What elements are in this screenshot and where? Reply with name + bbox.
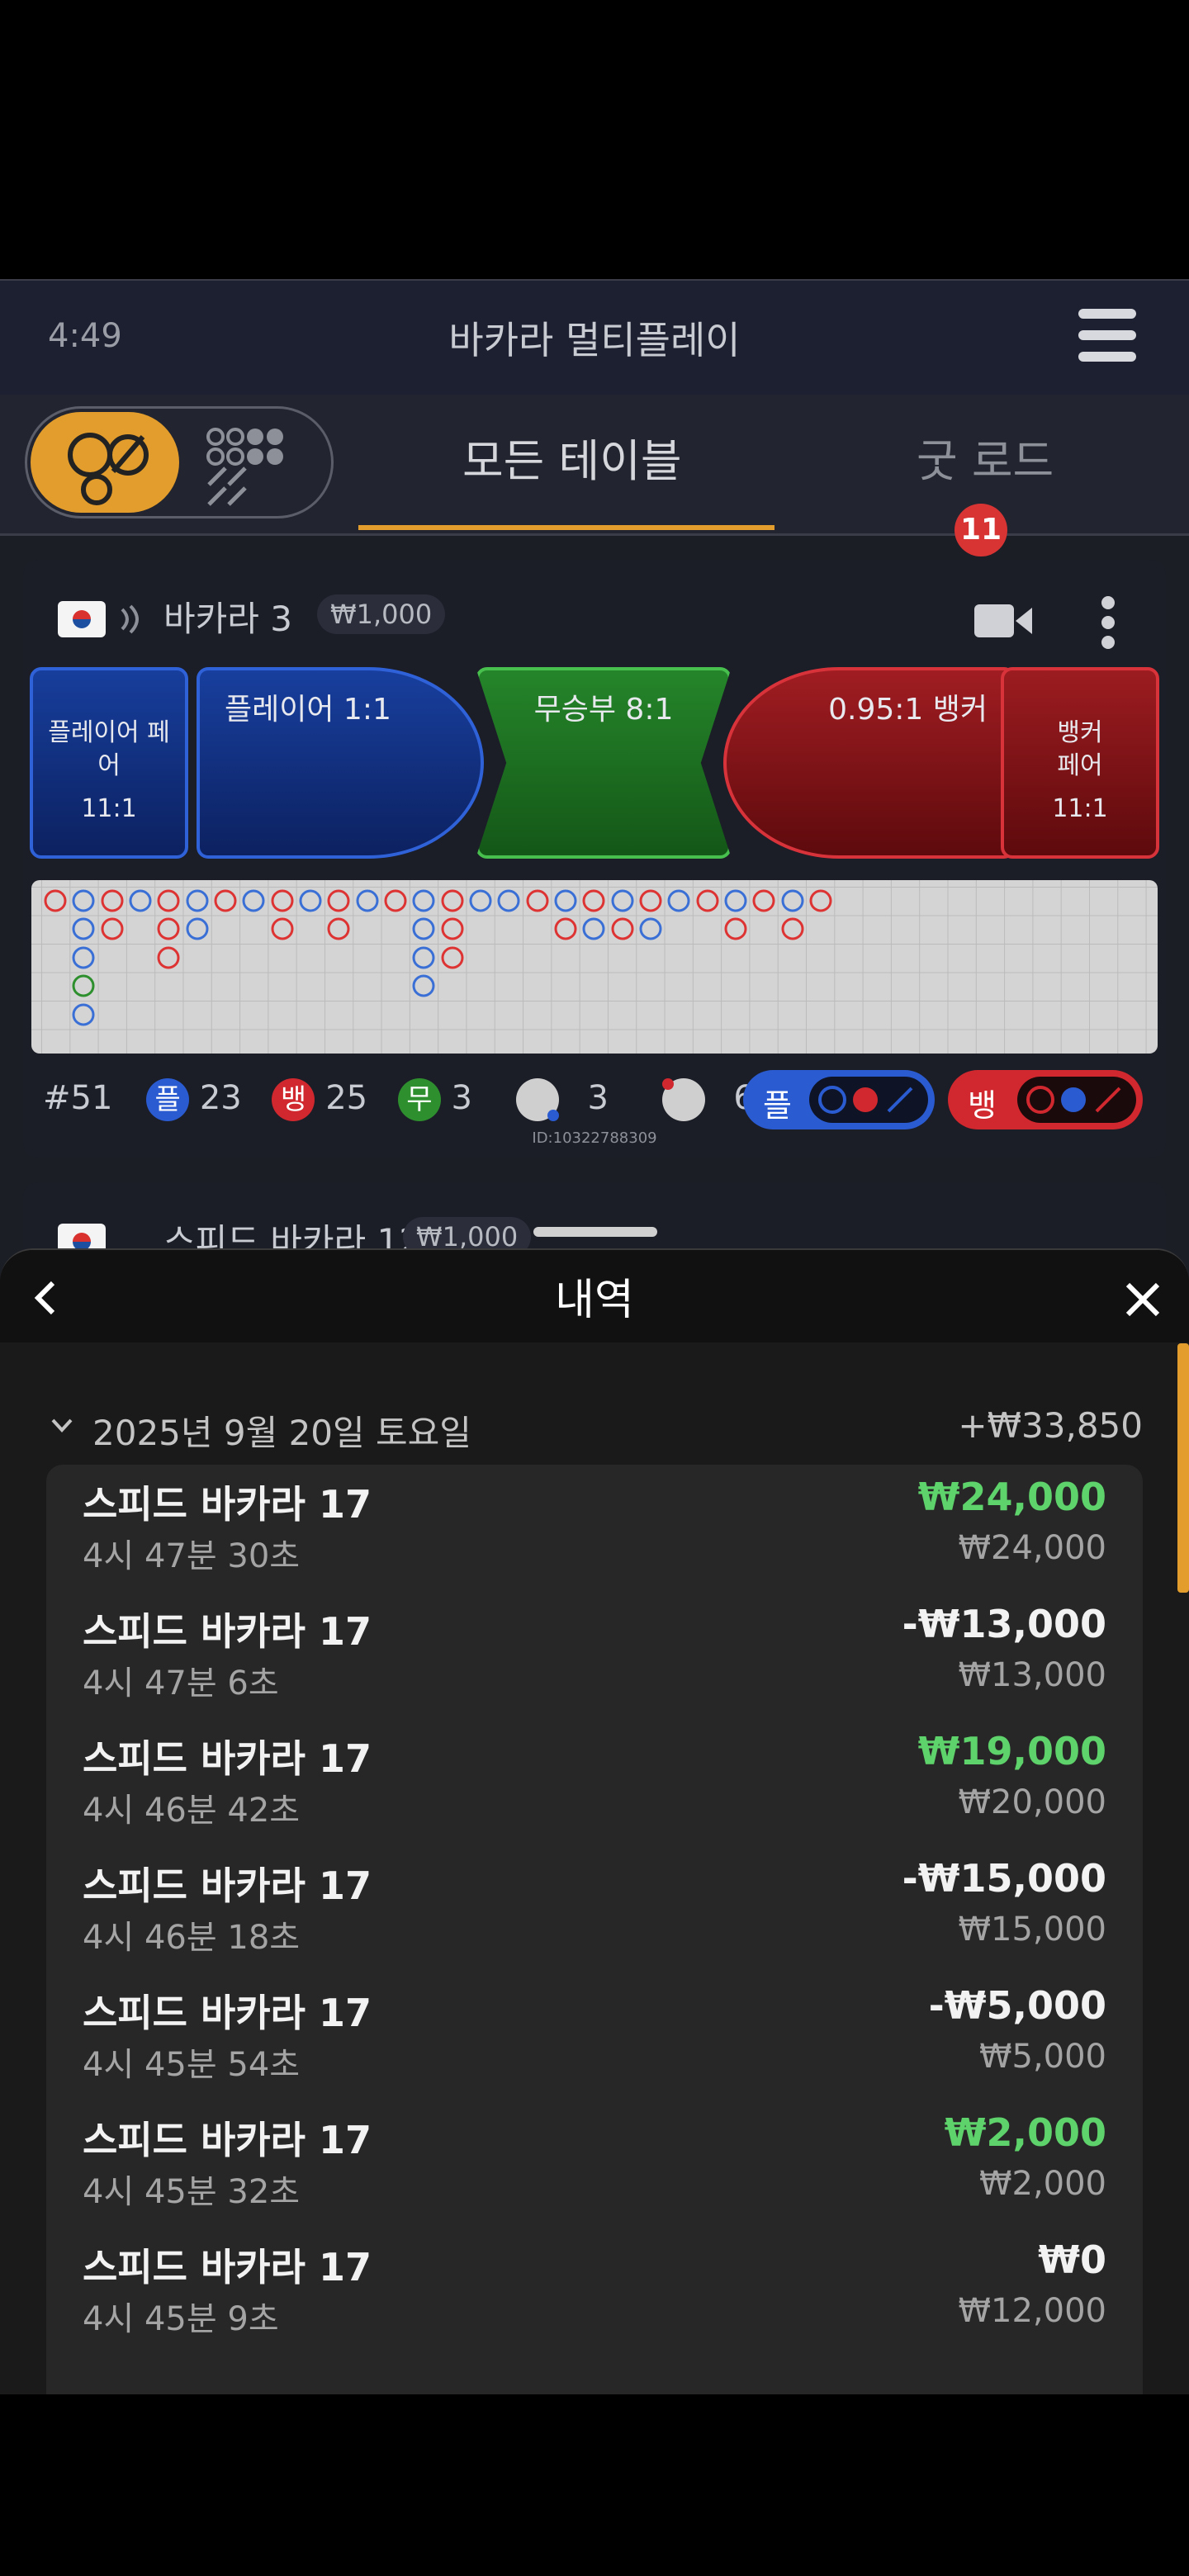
round-time: 4시 47분 30초 bbox=[83, 1537, 301, 1575]
banker-bet-label: 0.95:1 뱅커 bbox=[828, 693, 988, 727]
road-marks bbox=[44, 889, 832, 1026]
bet-amount: ₩13,000 bbox=[958, 1656, 1106, 1694]
bet-amount: ₩5,000 bbox=[978, 2038, 1106, 2076]
game-name: 스피드 바카라 17 bbox=[83, 1991, 372, 2035]
table-card[interactable]: 바카라 3 ₩1,000 플레이어 페어 11:1 플레이어 1:1 무승부 8… bbox=[23, 560, 1166, 1158]
history-row[interactable]: 스피드 바카라 17 4시 46분 18초 -₩15,000 ₩15,000 bbox=[46, 1846, 1143, 1973]
player-pair-label: 플레이어 페어 bbox=[48, 718, 170, 780]
bet-amount: ₩15,000 bbox=[958, 1911, 1106, 1949]
round-time: 4시 46분 18초 bbox=[83, 1919, 301, 1957]
win-loss-amount: ₩0 bbox=[1038, 2237, 1106, 2282]
close-icon[interactable] bbox=[1125, 1281, 1161, 1318]
sheet-drag-handle[interactable] bbox=[533, 1227, 657, 1237]
win-loss-amount: ₩19,000 bbox=[917, 1729, 1106, 1773]
win-loss-amount: ₩2,000 bbox=[944, 2110, 1106, 2155]
game-name: 스피드 바카라 17 bbox=[83, 2245, 372, 2290]
bet-amount: ₩20,000 bbox=[958, 1783, 1106, 1821]
tab-bar: 모든 테이블 굿 로드 11 bbox=[0, 395, 1189, 556]
ask-player-label: 플 bbox=[763, 1087, 792, 1124]
history-row[interactable]: 스피드 바카라 17 4시 47분 30초 ₩24,000 ₩24,000 bbox=[46, 1465, 1143, 1592]
ask-banker-label: 뱅 bbox=[968, 1087, 997, 1124]
bet-banker-pair[interactable]: 뱅커 페어 11:1 bbox=[1001, 667, 1159, 859]
win-loss-amount: ₩24,000 bbox=[917, 1475, 1106, 1519]
win-loss-amount: -₩5,000 bbox=[928, 1983, 1106, 2028]
player-pair-count-icon bbox=[515, 1078, 559, 1121]
player-bet-label: 플레이어 1:1 bbox=[225, 693, 391, 727]
grid-view-icon[interactable] bbox=[204, 425, 295, 508]
good-road-count-badge: 11 bbox=[955, 504, 1007, 556]
game-name: 스피드 바카라 17 bbox=[83, 1609, 372, 1654]
round-time: 4시 47분 6초 bbox=[83, 1664, 279, 1702]
bet-amount: ₩24,000 bbox=[958, 1529, 1106, 1567]
history-title: 내역 bbox=[555, 1276, 634, 1325]
banker-count-icon: 뱅 bbox=[272, 1078, 315, 1121]
more-options-icon[interactable] bbox=[1098, 594, 1118, 652]
banker-pair-label: 뱅커 페어 bbox=[1057, 718, 1103, 780]
round-number: #51 bbox=[43, 1079, 113, 1117]
history-header: 내역 bbox=[0, 1250, 1189, 1342]
bead-road-grid bbox=[31, 880, 1158, 1054]
tie-count: 3 bbox=[451, 1079, 472, 1117]
scrollbar-thumb[interactable] bbox=[1177, 1343, 1189, 1593]
bet-player-pair[interactable]: 플레이어 페어 11:1 bbox=[30, 667, 188, 859]
date-total: +₩33,850 bbox=[958, 1405, 1143, 1446]
game-name: 스피드 바카라 17 bbox=[83, 1863, 372, 1908]
player-count-icon: 플 bbox=[146, 1078, 190, 1121]
view-toggle[interactable] bbox=[25, 406, 334, 519]
sound-icon[interactable] bbox=[116, 603, 149, 636]
banker-count: 25 bbox=[325, 1079, 368, 1117]
round-time: 4시 45분 54초 bbox=[83, 2046, 301, 2084]
player-pair-odds: 11:1 bbox=[81, 794, 137, 823]
ask-banker-button[interactable]: 뱅 bbox=[948, 1070, 1143, 1129]
active-tab-indicator bbox=[358, 525, 775, 530]
top-bar: 4:49 바카라 멀티플레이 bbox=[0, 279, 1189, 396]
korea-flag-icon bbox=[58, 601, 106, 637]
chevron-down-icon bbox=[51, 1418, 73, 1432]
ask-banker-road bbox=[1017, 1077, 1136, 1123]
bet-player[interactable]: 플레이어 1:1 bbox=[197, 667, 484, 859]
ask-player-button[interactable]: 플 bbox=[743, 1070, 935, 1129]
bet-tie[interactable]: 무승부 8:1 bbox=[476, 667, 732, 859]
history-row[interactable]: 스피드 바카라 17 4시 46분 42초 ₩19,000 ₩20,000 bbox=[46, 1719, 1143, 1846]
game-name: 스피드 바카라 17 bbox=[83, 2118, 372, 2162]
road-view-option[interactable] bbox=[31, 412, 179, 513]
history-row[interactable]: 스피드 바카라 17 4시 45분 32초 ₩2,000 ₩2,000 bbox=[46, 2100, 1143, 2228]
page-title: 바카라 멀티플레이 bbox=[448, 318, 741, 362]
tab-all-tables[interactable]: 모든 테이블 bbox=[462, 424, 682, 490]
player-count: 23 bbox=[199, 1079, 242, 1117]
tie-count-icon: 무 bbox=[397, 1078, 441, 1121]
bet-amount: ₩12,000 bbox=[958, 2292, 1106, 2330]
table-limit: ₩1,000 bbox=[317, 594, 446, 634]
table-id: ID:10322788309 bbox=[532, 1129, 657, 1147]
bet-banker[interactable]: 0.95:1 뱅커 bbox=[723, 667, 1016, 859]
history-sheet: 내역 2025년 9월 20일 토요일 +₩33,850 스피드 바카라 17 4… bbox=[0, 1248, 1189, 2394]
history-row[interactable]: 스피드 바카라 17 4시 45분 54초 -₩5,000 ₩5,000 bbox=[46, 1973, 1143, 2100]
round-time: 4시 46분 42초 bbox=[83, 1792, 301, 1830]
player-pair-count: 3 bbox=[587, 1079, 609, 1117]
road-pattern-icon bbox=[68, 433, 149, 505]
date-label: 2025년 9월 20일 토요일 bbox=[92, 1413, 471, 1453]
win-loss-amount: -₩13,000 bbox=[902, 1602, 1106, 1646]
banker-pair-odds: 11:1 bbox=[1052, 794, 1108, 823]
round-time: 4시 45분 32초 bbox=[83, 2173, 301, 2211]
tie-bet-label: 무승부 8:1 bbox=[533, 693, 674, 727]
banker-pair-count-icon bbox=[661, 1078, 705, 1121]
tab-good-road[interactable]: 굿 로드 bbox=[917, 424, 1054, 490]
history-list: 스피드 바카라 17 4시 47분 30초 ₩24,000 ₩24,000 스피드 바카… bbox=[46, 1465, 1143, 2394]
table-stats: #51 플 23 뱅 25 무 3 3 6 bbox=[43, 1078, 755, 1121]
game-name: 스피드 바카라 17 bbox=[83, 1736, 372, 1781]
history-row[interactable]: 스피드 바카라 17 4시 45분 9초 ₩0 ₩12,000 bbox=[46, 2228, 1143, 2355]
ask-player-road bbox=[809, 1077, 928, 1123]
win-loss-amount: -₩15,000 bbox=[902, 1856, 1106, 1901]
bet-amount: ₩2,000 bbox=[978, 2165, 1106, 2203]
table-name: 바카라 3 bbox=[163, 599, 292, 639]
round-time: 4시 45분 9초 bbox=[83, 2300, 279, 2338]
hamburger-menu-icon[interactable] bbox=[1078, 309, 1136, 362]
game-name: 스피드 바카라 17 bbox=[83, 1482, 372, 1527]
video-icon[interactable] bbox=[973, 599, 1034, 641]
history-row[interactable]: 스피드 바카라 17 4시 47분 6초 -₩13,000 ₩13,000 bbox=[46, 1592, 1143, 1719]
